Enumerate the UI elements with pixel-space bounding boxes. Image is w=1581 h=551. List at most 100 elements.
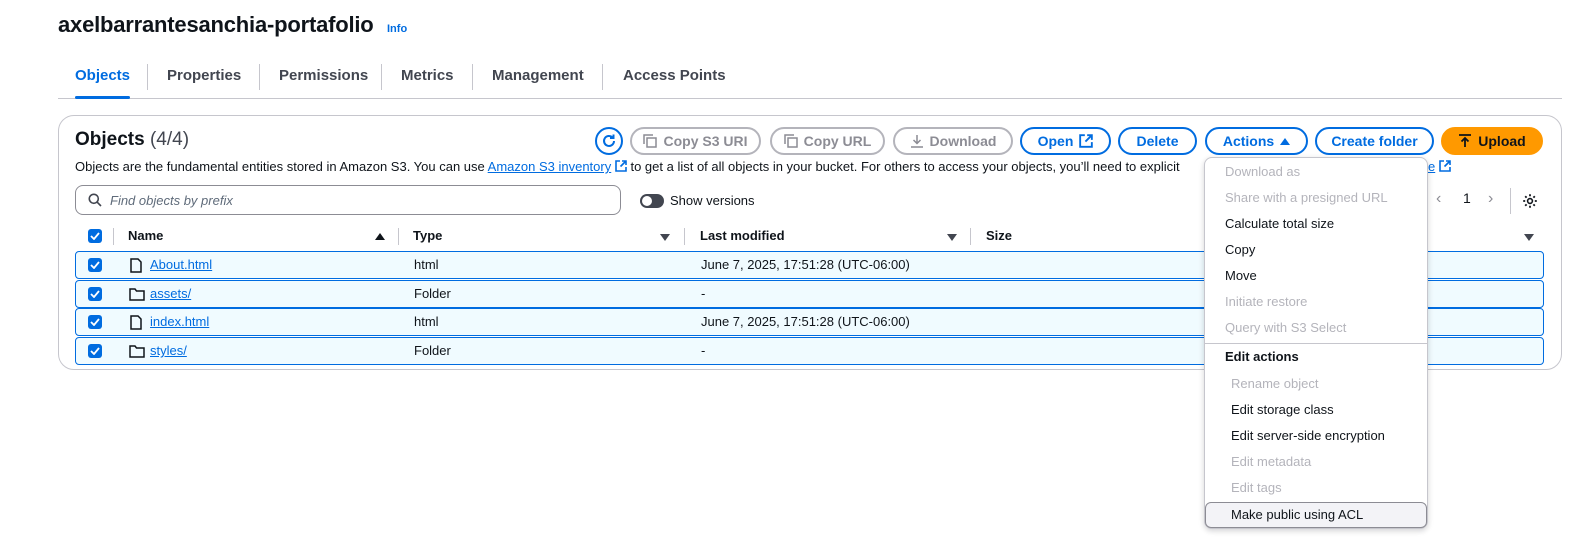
objects-title: Objects (75, 129, 145, 150)
sort-icon[interactable] (947, 234, 957, 241)
menu-item-download-as[interactable]: Download as (1225, 164, 1300, 179)
object-modified: - (701, 286, 706, 301)
inventory-link[interactable]: Amazon S3 inventory (488, 159, 612, 174)
copy-url-button[interactable]: Copy URL (770, 127, 885, 155)
previous-page-icon[interactable]: ‹ (1436, 190, 1441, 208)
object-type: html (414, 314, 439, 329)
show-versions-toggle[interactable] (640, 194, 664, 208)
info-link[interactable]: Info (387, 23, 407, 35)
menu-item-share-presigned-url[interactable]: Share with a presigned URL (1225, 190, 1388, 205)
tab-management[interactable]: Management (492, 60, 584, 98)
tab-metrics[interactable]: Metrics (401, 60, 454, 98)
external-link-icon (1439, 160, 1451, 172)
menu-group-edit-actions: Edit actions (1225, 349, 1299, 364)
row-checkbox[interactable] (88, 315, 102, 329)
tab-divider (381, 64, 382, 90)
menu-item-edit-storage-class[interactable]: Edit storage class (1231, 402, 1334, 417)
search-icon (88, 193, 102, 207)
menu-item-rename-object[interactable]: Rename object (1231, 376, 1318, 391)
gear-icon[interactable] (1522, 193, 1538, 209)
check-icon (90, 347, 100, 355)
row-checkbox[interactable] (88, 344, 102, 358)
search-input[interactable] (110, 192, 590, 208)
menu-item-calculate-total-size[interactable]: Calculate total size (1225, 216, 1334, 231)
sort-ascending-icon[interactable] (375, 233, 385, 240)
check-icon (90, 232, 100, 240)
check-icon (90, 290, 100, 298)
show-versions-label: Show versions (670, 193, 755, 208)
tab-divider (147, 64, 148, 90)
tab-access-points[interactable]: Access Points (623, 60, 726, 98)
menu-item-edit-metadata[interactable]: Edit metadata (1231, 454, 1311, 469)
open-button[interactable]: Open (1020, 127, 1111, 155)
select-all-checkbox[interactable] (88, 229, 102, 243)
objects-description: Objects are the fundamental entities sto… (75, 159, 1205, 174)
row-checkbox[interactable] (88, 287, 102, 301)
open-label: Open (1037, 133, 1074, 149)
object-name-link[interactable]: styles/ (150, 343, 187, 358)
folder-icon (129, 288, 145, 301)
column-type[interactable]: Type (413, 228, 442, 243)
tab-objects[interactable]: Objects (75, 60, 131, 99)
bucket-tabs: Objects Properties Permissions Metrics M… (58, 60, 1562, 99)
copy-url-label: Copy URL (803, 133, 872, 149)
check-icon (90, 261, 100, 269)
actions-button[interactable]: Actions (1205, 127, 1308, 155)
download-label: Download (929, 133, 997, 149)
menu-item-query-s3-select[interactable]: Query with S3 Select (1225, 320, 1346, 335)
actions-menu: Download as Share with a presigned URL C… (1204, 157, 1428, 529)
upload-button[interactable]: Upload (1441, 127, 1543, 155)
objects-heading: Objects (4/4) (75, 129, 189, 151)
delete-button[interactable]: Delete (1118, 127, 1197, 155)
caret-up-icon (1280, 138, 1291, 145)
s3-bucket-page: axelbarrantesanchia-portafolio Info Obje… (0, 0, 1581, 551)
menu-item-edit-tags[interactable]: Edit tags (1231, 480, 1282, 495)
column-last-modified[interactable]: Last modified (700, 228, 785, 243)
check-icon (90, 318, 100, 326)
object-name-link[interactable]: About.html (150, 257, 212, 272)
column-name[interactable]: Name (128, 228, 163, 243)
row-checkbox[interactable] (88, 258, 102, 272)
download-icon (910, 135, 923, 148)
create-folder-button[interactable]: Create folder (1315, 127, 1434, 155)
upload-icon (1459, 134, 1472, 147)
menu-item-initiate-restore[interactable]: Initiate restore (1225, 294, 1307, 309)
sort-icon[interactable] (660, 234, 670, 241)
refresh-button[interactable] (595, 127, 623, 155)
object-type: Folder (414, 286, 451, 301)
page-number[interactable]: 1 (1463, 190, 1471, 206)
menu-item-move[interactable]: Move (1225, 268, 1257, 283)
menu-item-edit-sse[interactable]: Edit server-side encryption (1231, 428, 1385, 443)
copy-s3-uri-button[interactable]: Copy S3 URI (630, 127, 761, 155)
tab-divider (602, 64, 603, 90)
object-modified: June 7, 2025, 17:51:28 (UTC-06:00) (701, 314, 910, 329)
menu-item-copy[interactable]: Copy (1225, 242, 1255, 257)
menu-item-make-public-acl[interactable]: Make public using ACL (1231, 507, 1363, 522)
tab-permissions[interactable]: Permissions (279, 60, 368, 98)
object-modified: June 7, 2025, 17:51:28 (UTC-06:00) (701, 257, 910, 272)
column-size[interactable]: Size (986, 228, 1012, 243)
external-link-icon (1079, 134, 1094, 148)
description-tail: e (1428, 159, 1451, 174)
tab-divider (259, 64, 260, 90)
actions-label: Actions (1222, 133, 1275, 149)
search-box (75, 185, 621, 215)
download-button[interactable]: Download (893, 127, 1013, 155)
object-name-link[interactable]: index.html (150, 314, 209, 329)
upload-label: Upload (1478, 133, 1526, 149)
bucket-title: axelbarrantesanchia-portafolio (58, 12, 374, 37)
object-type: html (414, 257, 439, 272)
tab-properties[interactable]: Properties (167, 60, 241, 98)
sort-icon[interactable] (1524, 234, 1534, 241)
objects-count: (4/4) (149, 129, 190, 150)
object-name-link[interactable]: assets/ (150, 286, 191, 301)
column-divider (113, 228, 114, 245)
next-page-icon[interactable]: › (1488, 190, 1493, 208)
column-divider (684, 228, 685, 245)
description-text: Objects are the fundamental entities sto… (75, 159, 488, 174)
column-divider (970, 228, 971, 245)
pager-divider (1510, 188, 1511, 214)
refresh-icon (603, 134, 615, 147)
learn-more-link[interactable]: e (1428, 159, 1435, 174)
folder-icon (129, 345, 145, 358)
